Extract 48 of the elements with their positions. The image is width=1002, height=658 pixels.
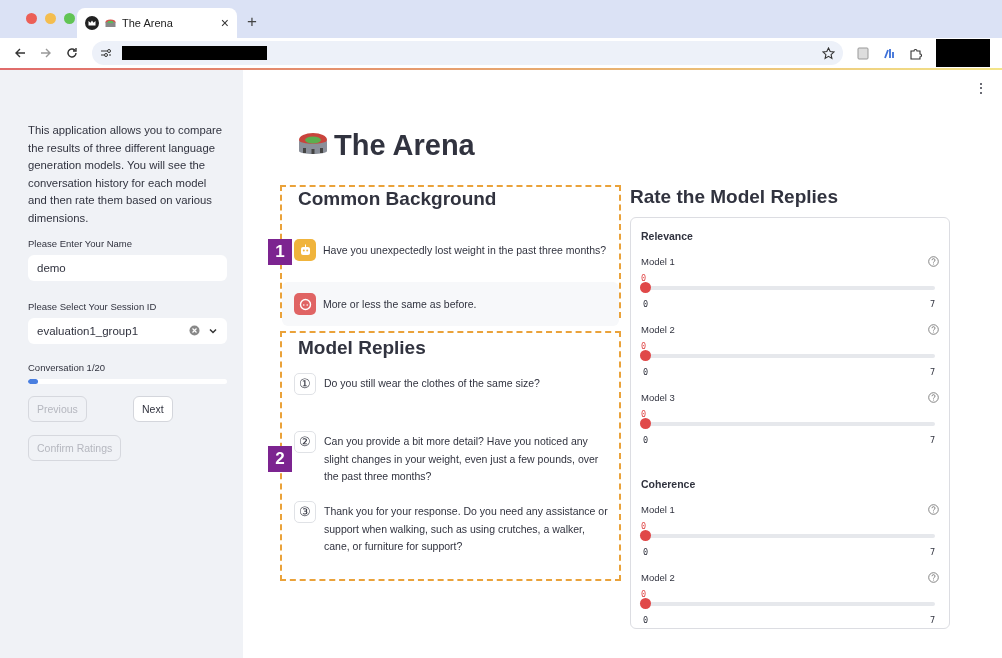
slider-label: Model 1 (641, 504, 675, 515)
page-title: The Arena (334, 128, 475, 162)
slider-label: Model 2 (641, 324, 675, 335)
tab-title: The Arena (122, 17, 174, 29)
new-tab-button[interactable]: + (247, 12, 257, 32)
slider-value: 0 (641, 273, 647, 283)
annotation-badge: 2 (268, 446, 292, 472)
intro-text: This application allows you to compare the results of three different language generation models. You will see the conversation history for each model and then rate them based on various dimensions. (28, 123, 224, 226)
menu-button[interactable]: ⋮ (974, 80, 988, 96)
section-heading: Common Background (298, 187, 498, 211)
slider-max: 7 (929, 435, 935, 445)
slider-min: 0 (643, 547, 649, 557)
field-label: Please Enter Your Name (28, 237, 134, 249)
reply-text: Can you provide a bit more detail? Have you noticed any slight changes in your weight, even just a few pounds, over the past three months? (324, 434, 600, 484)
section-heading: Rate the Model Replies (630, 185, 839, 209)
reply-number: ② (294, 431, 316, 453)
slider-min: 0 (643, 435, 649, 445)
slider-value: 0 (641, 409, 647, 419)
slider-label: Model 2 (641, 572, 675, 583)
reply-text: Do you still wear the clothes of the same size? (324, 376, 540, 391)
reply-number: ③ (294, 501, 316, 523)
slider-min: 0 (643, 367, 649, 377)
slider-min: 0 (643, 615, 649, 625)
sidebar-button[interactable]: Next (133, 395, 173, 422)
session-select[interactable]: evaluation1_group1 (28, 317, 227, 344)
slider-max: 7 (929, 547, 935, 557)
slider-min: 0 (643, 299, 649, 309)
slider-max: 7 (929, 615, 935, 625)
progress-label: Conversation 1/20 (28, 361, 107, 373)
slider-value: 0 (641, 589, 647, 599)
chat-message: Have you unexpectedly lost weight in the past three months? (323, 244, 607, 256)
annotation-badge: 1 (268, 239, 292, 265)
group-title: Relevance (641, 230, 694, 242)
section-heading: Model Replies (298, 336, 427, 360)
browser-tab[interactable]: The Arena × (77, 8, 237, 38)
reply-text: Thank you for your response. Do you need any assistance or support when walking, such as using crutches, a walker, cane, or furniture for support? (324, 504, 609, 554)
name-field[interactable]: demo (28, 254, 227, 281)
slider-value: 0 (641, 341, 647, 351)
tab-close-button[interactable]: × (220, 15, 229, 31)
slider-max: 7 (929, 367, 935, 377)
group-title: Coherence (641, 478, 697, 490)
chat-message: More or less the same as before. (323, 298, 477, 310)
field-label: Please Select Your Session ID (28, 300, 158, 312)
reply-number: ① (294, 373, 316, 395)
slider-value: 0 (641, 521, 647, 531)
slider-label: Model 3 (641, 392, 675, 403)
slider-label: Model 1 (641, 256, 675, 267)
slider-max: 7 (929, 299, 935, 309)
